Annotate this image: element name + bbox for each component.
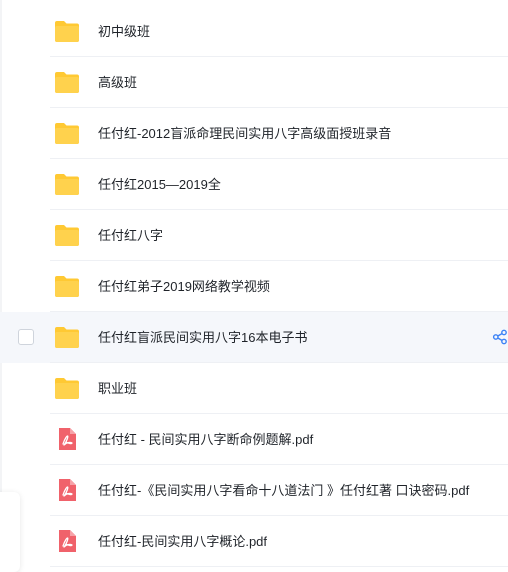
folder-icon bbox=[54, 121, 80, 145]
file-name[interactable]: 任付红2015—2019全 bbox=[98, 159, 221, 210]
folder-icon bbox=[54, 274, 80, 298]
file-name[interactable]: 任付红-民间实用八字概论.pdf bbox=[98, 516, 267, 567]
file-name[interactable]: 任付红弟子2019网络教学视频 bbox=[98, 261, 270, 312]
folder-icon bbox=[54, 325, 80, 349]
file-name[interactable]: 高级班 bbox=[98, 57, 137, 108]
file-row[interactable]: 任付红八字 bbox=[0, 210, 508, 261]
file-row[interactable]: 任付红-2012盲派命理民间实用八字高级面授班录音 bbox=[0, 108, 508, 159]
file-row[interactable]: 高级班 bbox=[0, 57, 508, 108]
file-name[interactable]: 任付红八字 bbox=[98, 210, 163, 261]
file-name[interactable]: 任付红-2012盲派命理民间实用八字高级面授班录音 bbox=[98, 108, 391, 159]
file-row[interactable]: 职业班 bbox=[0, 363, 508, 414]
folder-icon bbox=[54, 223, 80, 247]
row-checkbox[interactable] bbox=[18, 329, 34, 345]
file-name[interactable]: 任付红-《民间实用八字看命十八道法门 》任付红著 口诀密码.pdf bbox=[98, 465, 469, 516]
folder-icon bbox=[54, 70, 80, 94]
file-name[interactable]: 任付红盲派民间实用八字16本电子书 bbox=[98, 312, 307, 363]
folder-icon bbox=[54, 376, 80, 400]
file-name[interactable]: 任付红 - 民间实用八字断命例题解.pdf bbox=[98, 414, 313, 465]
file-row[interactable]: 任付红 - 民间实用八字断命例题解.pdf bbox=[0, 414, 508, 465]
file-row[interactable]: 任付红-《民间实用八字看命十八道法门 》任付红著 口诀密码.pdf bbox=[0, 465, 508, 516]
file-name[interactable]: 职业班 bbox=[98, 363, 137, 414]
floating-side-panel[interactable] bbox=[0, 492, 20, 572]
file-row[interactable]: 初中级班 bbox=[0, 6, 508, 57]
file-row[interactable]: 任付红2015—2019全 bbox=[0, 159, 508, 210]
row-divider bbox=[50, 566, 508, 567]
share-icon[interactable] bbox=[492, 329, 508, 345]
pdf-icon bbox=[54, 478, 80, 502]
pdf-icon bbox=[54, 529, 80, 553]
file-name[interactable]: 初中级班 bbox=[98, 6, 150, 57]
file-row[interactable]: 任付红盲派民间实用八字16本电子书 bbox=[0, 312, 508, 363]
file-list: 初中级班 高级班 任付红-2012盲派命理民间实用八字高级面授班录音 任付红20… bbox=[0, 0, 508, 572]
folder-icon bbox=[54, 172, 80, 196]
file-row[interactable]: 任付红-民间实用八字概论.pdf bbox=[0, 516, 508, 567]
folder-icon bbox=[54, 19, 80, 43]
file-row[interactable]: 任付红弟子2019网络教学视频 bbox=[0, 261, 508, 312]
pdf-icon bbox=[54, 427, 80, 451]
